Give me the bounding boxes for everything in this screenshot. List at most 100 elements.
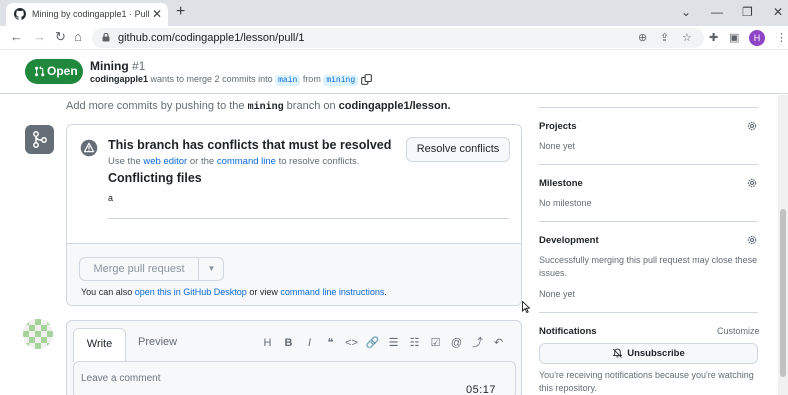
- customize-notifications-link[interactable]: Customize: [717, 326, 760, 336]
- copy-icon[interactable]: [360, 74, 372, 85]
- video-timestamp: 05:17: [466, 384, 497, 395]
- bulleted-list-icon[interactable]: ☰: [383, 336, 404, 349]
- markdown-toolbar: H B I ❝ <> 🔗 ☰ ☷ ☑ @ ⤴ ↶: [257, 334, 509, 350]
- address-bar[interactable]: github.com/codingapple1/lesson/pull/1 ⊕ …: [92, 28, 704, 48]
- sidebar-milestone-value: No milestone: [539, 198, 592, 208]
- tab-close-icon[interactable]: ✕: [152, 7, 162, 21]
- desc-middle: or the: [189, 156, 215, 167]
- code-icon[interactable]: <>: [341, 337, 362, 349]
- sidebar-development-label[interactable]: Development: [539, 235, 599, 246]
- sidebar-development-value: None yet: [539, 289, 576, 299]
- milestone-gear-icon[interactable]: [746, 177, 758, 189]
- reference-icon[interactable]: ⤴: [467, 334, 488, 350]
- sidebar-divider: [539, 221, 758, 222]
- github-desktop-link[interactable]: open this in GitHub Desktop: [135, 287, 247, 297]
- new-tab-icon[interactable]: +: [176, 3, 185, 21]
- mention-icon[interactable]: @: [446, 337, 467, 349]
- web-editor-link[interactable]: web editor: [143, 156, 187, 167]
- pr-author[interactable]: codingapple1: [90, 74, 148, 84]
- tab-search-icon[interactable]: ⌄: [681, 5, 691, 19]
- hint-branch: mining: [247, 102, 284, 113]
- scrollbar-thumb[interactable]: [780, 209, 786, 377]
- alt-prefix: You can also: [81, 287, 133, 297]
- forward-icon[interactable]: →: [33, 29, 46, 44]
- base-branch[interactable]: main: [275, 75, 301, 86]
- sidebar-divider: [539, 107, 758, 108]
- extensions-icon[interactable]: ✚: [709, 31, 718, 44]
- conflicts-section: This branch has conflicts that must be r…: [67, 125, 521, 243]
- reload-icon[interactable]: ↻: [55, 29, 66, 45]
- zoom-icon[interactable]: ⊕: [638, 31, 647, 44]
- profile-avatar[interactable]: H: [749, 30, 765, 46]
- comment-input[interactable]: Leave a comment: [73, 361, 516, 395]
- hint-prefix: Add more commits by pushing to the: [66, 100, 245, 112]
- comment-placeholder: Leave a comment: [81, 373, 161, 384]
- browser-tab[interactable]: Mining by codingapple1 · Pull Req ✕: [6, 3, 168, 26]
- alt-suffix: .: [384, 287, 387, 297]
- minimize-icon[interactable]: —: [711, 5, 723, 19]
- heading-icon[interactable]: H: [257, 337, 278, 349]
- conflicting-file: a: [108, 193, 114, 203]
- hint-repo: codingapple1/lesson.: [338, 100, 451, 112]
- notifications-note: You're receiving notifications because y…: [539, 370, 754, 393]
- bookmark-star-icon[interactable]: ☆: [682, 31, 692, 44]
- pr-title-text: Mining: [90, 59, 129, 73]
- avatar[interactable]: [23, 319, 53, 349]
- merge-box: This branch has conflicts that must be r…: [66, 124, 522, 306]
- conflicts-title: This branch has conflicts that must be r…: [108, 138, 392, 152]
- link-icon[interactable]: 🔗: [362, 336, 383, 349]
- tab-write[interactable]: Write: [73, 328, 126, 362]
- divider: [108, 218, 509, 219]
- pr-number: #1: [132, 59, 146, 73]
- share-icon[interactable]: ⇪: [660, 31, 669, 44]
- pr-status-text: Open: [47, 64, 78, 78]
- pr-from-text: from: [302, 74, 321, 84]
- command-line-link[interactable]: command line: [217, 156, 276, 167]
- menu-kebab-icon[interactable]: ⋮: [776, 31, 787, 44]
- unsubscribe-label: Unsubscribe: [627, 348, 685, 359]
- hint-middle: branch on: [286, 100, 336, 112]
- head-branch[interactable]: mining: [323, 75, 359, 86]
- development-gear-icon[interactable]: [746, 234, 758, 246]
- desc-prefix: Use the: [108, 156, 141, 167]
- bold-icon[interactable]: B: [278, 337, 299, 349]
- projects-gear-icon[interactable]: [746, 120, 758, 132]
- sidebar-divider: [539, 312, 758, 313]
- task-list-icon[interactable]: ☑: [425, 336, 446, 349]
- home-icon[interactable]: ⌂: [74, 29, 82, 44]
- tab-title: Mining by codingapple1 · Pull Req: [32, 9, 150, 19]
- merge-button-label[interactable]: Merge pull request: [80, 258, 198, 280]
- sidebar-milestone-label[interactable]: Milestone: [539, 178, 583, 189]
- page-scrollbar[interactable]: [778, 95, 788, 395]
- merge-pull-request-button[interactable]: Merge pull request ▼: [79, 257, 224, 281]
- pr-sticky-header: Open Mining #1 codingapple1 wants to mer…: [0, 51, 788, 94]
- reply-icon[interactable]: ↶: [488, 336, 509, 349]
- merge-actions: Merge pull request ▼ You can also open t…: [67, 243, 521, 305]
- push-hint: Add more commits by pushing to the minin…: [66, 100, 451, 113]
- conflicts-description: Use the web editor or the command line t…: [108, 156, 359, 167]
- browser-toolbar: ← → ↻ ⌂ github.com/codingapple1/lesson/p…: [0, 26, 788, 50]
- sidebar-projects-label[interactable]: Projects: [539, 121, 577, 132]
- side-panel-icon[interactable]: ▣: [729, 31, 739, 44]
- bell-slash-icon: [613, 348, 623, 358]
- restore-icon[interactable]: ❐: [742, 5, 753, 19]
- pr-meta-text: wants to merge 2 commits into: [150, 74, 273, 84]
- quote-icon[interactable]: ❝: [320, 336, 341, 349]
- url-text: github.com/codingapple1/lesson/pull/1: [118, 32, 305, 44]
- unsubscribe-button[interactable]: Unsubscribe: [539, 343, 758, 364]
- numbered-list-icon[interactable]: ☷: [404, 336, 425, 349]
- back-icon[interactable]: ←: [10, 29, 23, 44]
- lock-icon: [102, 33, 110, 42]
- sidebar-development-description: Successfully merging this pull request m…: [539, 255, 758, 278]
- alert-icon: [80, 139, 98, 157]
- resolve-conflicts-button[interactable]: Resolve conflicts: [406, 137, 510, 162]
- identicon-icon: [23, 319, 53, 349]
- close-window-icon[interactable]: ✕: [773, 5, 783, 19]
- italic-icon[interactable]: I: [299, 337, 320, 349]
- mouse-cursor-icon: [522, 301, 530, 313]
- merge-method-dropdown-icon[interactable]: ▼: [198, 258, 224, 280]
- alt-middle: or view: [249, 287, 278, 297]
- command-line-instructions-link[interactable]: command line instructions: [280, 287, 384, 297]
- tab-preview[interactable]: Preview: [138, 336, 177, 348]
- merge-status-icon: [25, 125, 54, 154]
